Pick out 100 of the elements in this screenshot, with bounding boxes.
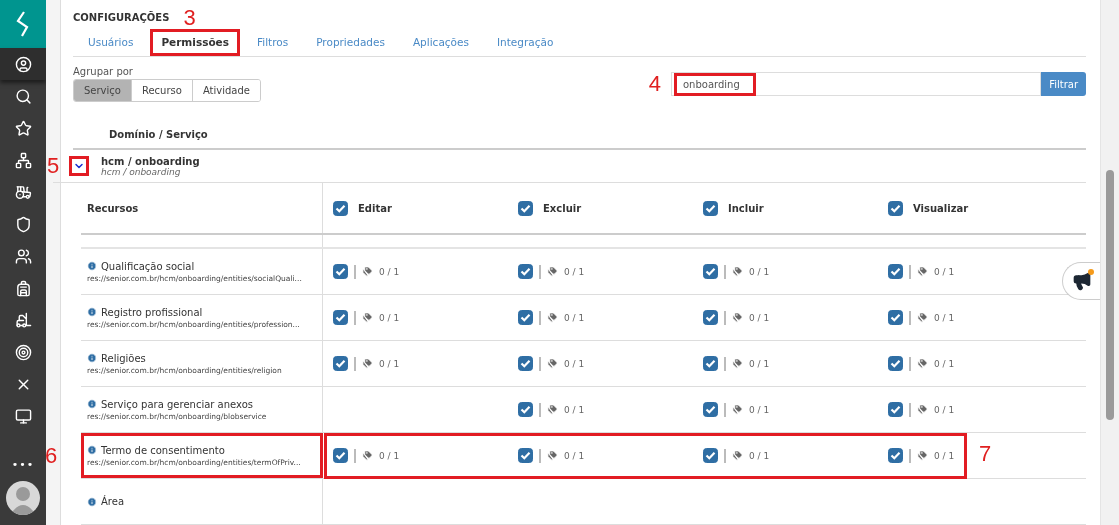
tab[interactable]: Integração [485,29,565,56]
tags-icon [547,358,558,369]
permission-checkbox[interactable] [518,402,533,417]
tag-count: 0 / 1 [934,404,955,415]
permission-checkbox[interactable] [888,356,903,371]
tab[interactable]: Usuários [77,29,145,56]
column-header: Visualizar [913,202,969,214]
tab[interactable]: Permissões [150,29,240,56]
tag-count: 0 / 1 [934,358,955,369]
tractor-icon[interactable] [14,183,32,201]
megaphone-icon[interactable] [1071,271,1092,291]
backpack-icon[interactable] [14,279,32,297]
permission-checkbox[interactable] [888,264,903,279]
annotation-number: 7 [979,441,992,466]
resource-name: Serviço para gerenciar anexos [101,398,253,410]
search-field[interactable]: onboarding [671,72,1042,97]
permission-checkbox[interactable] [888,402,903,417]
tag-count: 0 / 1 [564,450,585,461]
permission-checkbox[interactable] [518,356,533,371]
tags-icon [917,404,928,415]
tags-icon [732,266,743,277]
forklift-icon[interactable] [14,311,32,329]
tags-icon [917,312,928,323]
tag-count: 0 / 1 [749,404,770,415]
permission-checkbox[interactable] [888,448,903,463]
resource-name: Área [101,496,124,507]
tags-icon [917,450,928,461]
tab[interactable]: Filtros [246,29,300,56]
tag-count: 0 / 1 [379,450,400,461]
tag-count: 0 / 1 [564,358,585,369]
target-icon[interactable] [14,343,32,361]
filter-button[interactable]: Filtrar [1041,72,1086,97]
tab[interactable]: Propriedades [305,29,396,56]
tags-icon [362,312,373,323]
permission-checkbox[interactable] [703,356,718,371]
tag-count: 0 / 1 [564,312,585,323]
tags-icon [362,358,373,369]
tag-count: 0 / 1 [934,266,955,277]
team-icon[interactable] [14,247,32,265]
annotation-number: 4 [648,73,661,96]
info-icon[interactable] [87,261,97,271]
page-title: CONFIGURAÇÕES [73,12,170,24]
scrollbar[interactable] [1100,0,1119,525]
column-header: Editar [358,202,392,214]
permission-checkbox[interactable] [333,356,348,371]
permission-checkbox[interactable] [703,264,718,279]
tags-icon [362,450,373,461]
column-header: Domínio / Serviço [109,129,208,141]
permission-checkbox[interactable] [333,448,348,463]
tag-count: 0 / 1 [379,266,400,277]
permission-checkbox[interactable] [518,448,533,463]
column-checkbox[interactable] [703,200,718,216]
permission-checkbox[interactable] [518,310,533,325]
monitor-icon[interactable] [14,407,32,425]
column-checkbox[interactable] [888,200,903,216]
tags-icon [547,312,558,323]
annotation-number: 3 [183,6,196,29]
resource-name: Registro profissional [101,306,203,318]
permission-checkbox[interactable] [888,310,903,325]
resource-name: Religiões [101,352,146,364]
annotation-number: 6 [45,443,58,468]
info-icon[interactable] [87,353,97,363]
info-icon[interactable] [87,307,97,317]
tags-icon [547,450,558,461]
star-icon[interactable] [14,119,32,137]
tag-count: 0 / 1 [749,450,770,461]
resource-name: Termo de consentimento [101,444,225,456]
tab[interactable]: Aplicações [401,29,480,56]
more-button[interactable]: ••• [11,452,35,477]
sidebar-button[interactable] [0,48,46,80]
column-checkbox[interactable] [518,200,533,216]
annotation-number: 5 [47,153,60,179]
tag-count: 0 / 1 [564,404,585,415]
permission-checkbox[interactable] [333,310,348,325]
tags-icon [732,358,743,369]
info-icon[interactable] [87,445,97,455]
tag-count: 0 / 1 [564,266,585,277]
service-name: hcm / onboarding [101,155,200,167]
megaphone-button[interactable] [1062,262,1100,300]
column-checkbox[interactable] [333,200,348,216]
user-circle-icon[interactable] [14,55,32,73]
permission-checkbox[interactable] [333,264,348,279]
logo-icon[interactable] [15,11,31,37]
avatar[interactable] [6,481,40,515]
shield-icon[interactable] [14,215,32,233]
search-icon[interactable] [14,87,32,105]
permission-checkbox[interactable] [703,448,718,463]
tag-count: 0 / 1 [934,312,955,323]
group-by-option[interactable]: Serviço [74,79,132,101]
permission-checkbox[interactable] [703,310,718,325]
tag-count: 0 / 1 [749,358,770,369]
tags-icon [732,450,743,461]
notification-dot [1088,269,1094,275]
info-icon[interactable] [87,399,97,409]
hierarchy-icon[interactable] [14,151,32,169]
info-icon[interactable] [87,496,97,507]
tags-icon [732,404,743,415]
permission-checkbox[interactable] [703,402,718,417]
permission-checkbox[interactable] [518,264,533,279]
column-header: Incluir [728,202,764,214]
